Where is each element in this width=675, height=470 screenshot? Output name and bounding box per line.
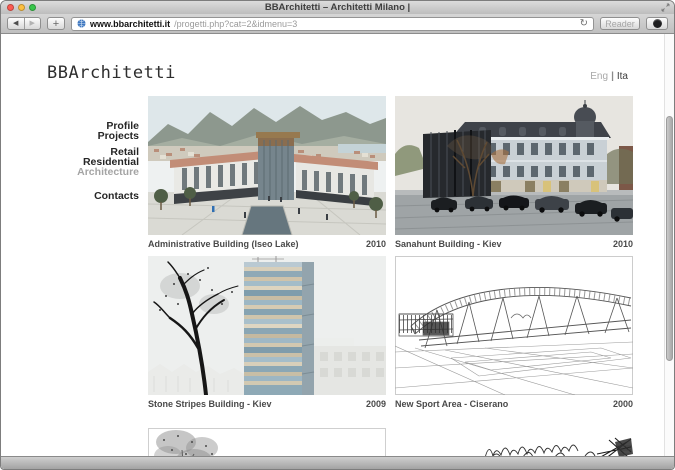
project-caption: Sanahunt Building - Kiev 2010 bbox=[395, 239, 633, 249]
window-titlebar: BBArchitetti – Architetti Milano | bbox=[1, 1, 674, 14]
browser-window: BBArchitetti – Architetti Milano | ◀ ▶ +… bbox=[0, 0, 675, 470]
page-scrollbar-thumb[interactable] bbox=[666, 116, 673, 361]
nav-item-projects[interactable]: Projects bbox=[77, 131, 139, 141]
page-scrollbar-track[interactable] bbox=[664, 34, 674, 457]
globe-favicon-icon bbox=[77, 19, 86, 28]
project-thumbnail-sanahunt-building[interactable] bbox=[395, 96, 633, 235]
extension-circle-icon bbox=[653, 19, 662, 28]
refresh-icon[interactable]: ↻ bbox=[580, 18, 588, 29]
project-thumbnail-sport-area[interactable] bbox=[395, 256, 633, 395]
project-card: New Sport Area - Ciserano 2000 bbox=[395, 256, 633, 409]
forward-button[interactable]: ▶ bbox=[25, 18, 41, 29]
project-year: 2009 bbox=[366, 399, 386, 409]
window-bottom-edge bbox=[1, 456, 674, 469]
project-title: New Sport Area - Ciserano bbox=[395, 399, 508, 409]
project-card-partial bbox=[148, 428, 386, 457]
nav-item-contacts[interactable]: Contacts bbox=[77, 191, 139, 201]
extension-button[interactable] bbox=[646, 17, 668, 30]
lang-divider: | bbox=[611, 71, 614, 82]
project-title: Administrative Building (Iseo Lake) bbox=[148, 239, 299, 249]
reader-button[interactable]: Reader bbox=[600, 17, 640, 30]
project-year: 2010 bbox=[366, 239, 386, 249]
history-nav-buttons: ◀ ▶ bbox=[7, 17, 41, 30]
project-card: Administrative Building (Iseo Lake) 2010 bbox=[148, 96, 386, 249]
project-card: Stone Stripes Building - Kiev 2009 bbox=[148, 256, 386, 409]
project-thumbnail-administrative-building[interactable] bbox=[148, 96, 386, 235]
project-thumbnail-partial-pen-sketch[interactable] bbox=[395, 428, 633, 457]
nav-item-architecture[interactable]: Architecture bbox=[77, 167, 139, 177]
lang-eng-link[interactable]: Eng bbox=[590, 71, 608, 82]
project-caption: New Sport Area - Ciserano 2000 bbox=[395, 399, 633, 409]
project-thumbnail-stone-stripes-tower[interactable] bbox=[148, 256, 386, 395]
window-title: BBArchitetti – Architetti Milano | bbox=[1, 1, 674, 14]
url-path: /progetti.php?cat=2&idmenu=3 bbox=[174, 19, 297, 29]
project-title: Sanahunt Building - Kiev bbox=[395, 239, 502, 249]
new-tab-button[interactable]: + bbox=[47, 17, 65, 30]
project-card-partial bbox=[395, 428, 633, 457]
site-logo[interactable]: BBArchitetti bbox=[47, 63, 176, 83]
address-bar[interactable]: www.bbarchitetti.it /progetti.php?cat=2&… bbox=[71, 17, 594, 31]
project-caption: Administrative Building (Iseo Lake) 2010 bbox=[148, 239, 386, 249]
project-card: Sanahunt Building - Kiev 2010 bbox=[395, 96, 633, 249]
back-button[interactable]: ◀ bbox=[8, 18, 25, 29]
language-switcher: Eng|Ita bbox=[590, 71, 628, 82]
sidebar-nav: Profile Projects Retail Residential Arch… bbox=[77, 121, 139, 201]
project-thumbnail-partial-tree-sketch[interactable] bbox=[148, 428, 386, 457]
browser-toolbar: ◀ ▶ + www.bbarchitetti.it /progetti.php?… bbox=[1, 14, 674, 34]
url-host: www.bbarchitetti.it bbox=[90, 19, 170, 29]
project-year: 2010 bbox=[613, 239, 633, 249]
project-title: Stone Stripes Building - Kiev bbox=[148, 399, 272, 409]
window-resize-icon[interactable] bbox=[661, 3, 670, 12]
page-content: BBArchitetti Eng|Ita Profile Projects Re… bbox=[1, 34, 674, 457]
project-year: 2000 bbox=[613, 399, 633, 409]
lang-ita-link[interactable]: Ita bbox=[617, 71, 628, 82]
project-caption: Stone Stripes Building - Kiev 2009 bbox=[148, 399, 386, 409]
